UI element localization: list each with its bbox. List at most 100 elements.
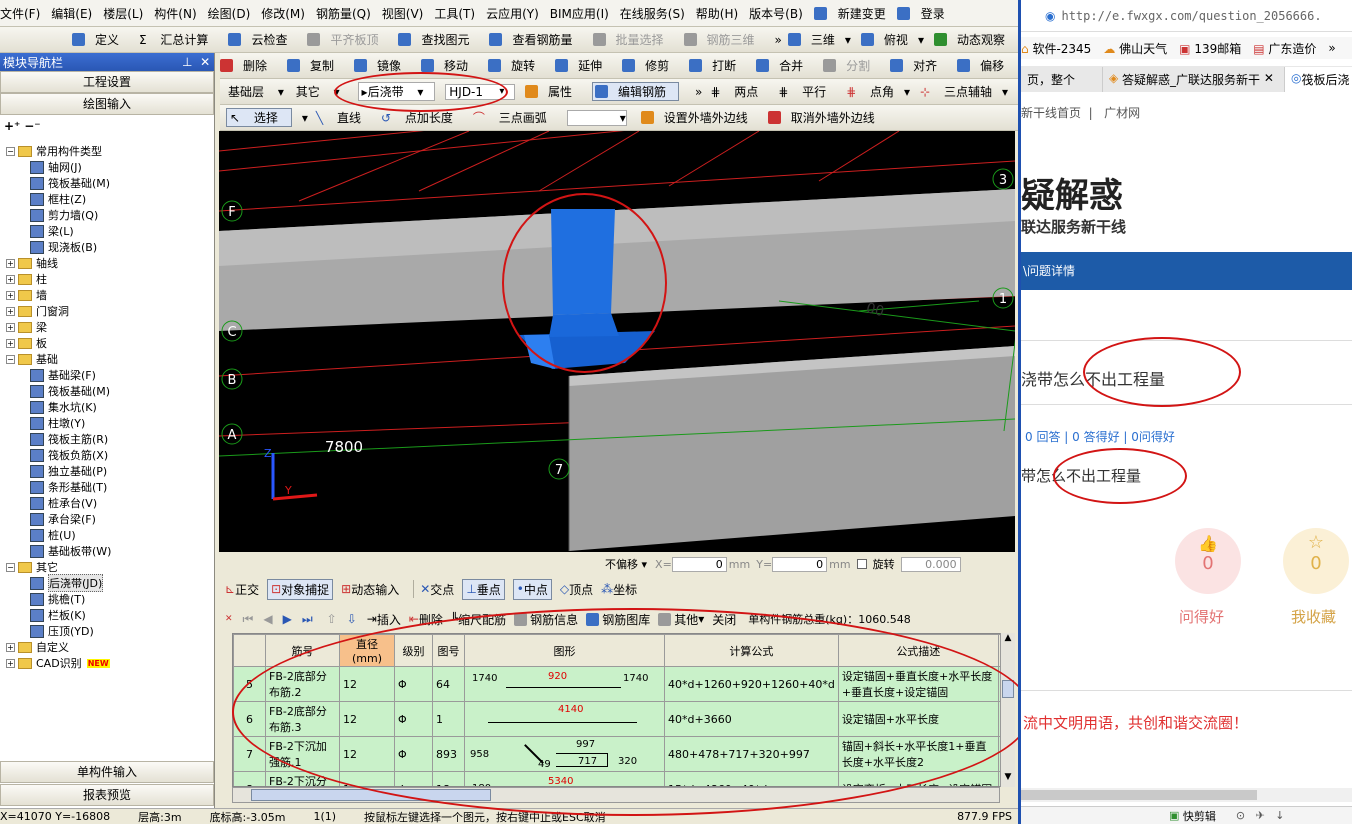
snap-toggle-3[interactable]: ✕ 交点 [420,581,454,598]
snap-toggle-1[interactable]: ⊡ 对象捕捉 [267,578,334,600]
menu-item-2[interactable]: 楼层(L) [103,5,143,22]
menu-item-15[interactable]: 登录 [921,5,945,22]
collapse-all-icon[interactable]: −⁻ [24,119,40,133]
menu-item-9[interactable]: 云应用(Y) [486,5,539,22]
quick-clip-icon[interactable]: ▣ [1169,809,1183,822]
bookmark-0[interactable]: ⌂ 软件-2345 [1021,40,1091,57]
tree-node[interactable]: 轴网(J) [0,159,213,175]
status-icons[interactable]: ⊙ ✈ ↓ [1236,809,1285,822]
next-record-icon[interactable]: ▶ [283,612,292,626]
tree-node[interactable]: 现浇板(B) [0,239,213,255]
snap-toggle-2[interactable]: ⊞ 动态输入 [341,581,399,598]
browser-hscrollbar[interactable] [1021,788,1352,802]
line-button[interactable]: ╲ 直线 [316,109,371,126]
tree-node[interactable]: + 梁 [0,319,213,335]
expand-all-icon[interactable]: +⁺ [4,119,20,133]
question-stats[interactable]: 0 回答 | 0 答得好 | 0问得好 [1025,428,1175,445]
tree-node[interactable]: 桩承台(V) [0,495,213,511]
3d-view-button[interactable]: 三维 ▾ [787,31,851,48]
edit-rebar-button[interactable]: 编辑钢筋 [592,82,680,101]
point-angle-button[interactable]: ⋕ 点角 ▾ [846,83,910,100]
expand-toggle-icon[interactable]: + [6,322,15,332]
bookmark-2[interactable]: ▣ 139邮箱 [1179,40,1241,57]
edit-tool-5[interactable]: 延伸 [555,57,612,74]
tree-node[interactable]: − 其它 [0,559,213,575]
more-chevron-icon[interactable]: » [775,33,782,47]
tree-node[interactable]: 桩(U) [0,527,213,543]
find-element-button[interactable]: 查找图元 [398,31,479,48]
tree-node[interactable]: + 柱 [0,271,213,287]
menu-item-13[interactable]: 版本号(B) [749,5,803,22]
rotate-checkbox[interactable] [856,559,867,569]
edit-tool-0[interactable]: 删除 [220,57,277,74]
project-settings-button[interactable]: 工程设置 [0,71,214,93]
expand-toggle-icon[interactable]: + [6,274,15,284]
edit-tool-7[interactable]: 打断 [689,57,746,74]
edit-tool-10[interactable]: 对齐 [890,57,947,74]
tree-node[interactable]: 筏板基础(M) [0,175,213,191]
quick-clip-label[interactable]: 快剪辑 [1183,808,1216,824]
prev-record-icon[interactable]: ◀ [263,612,272,626]
tree-node[interactable]: 筏板主筋(R) [0,431,213,447]
tree-node[interactable]: 独立基础(P) [0,463,213,479]
tree-node[interactable]: 压顶(YD) [0,623,213,639]
tree-node[interactable]: 条形基础(T) [0,479,213,495]
address-bar[interactable]: ◉ http://e.fwxgx.com/question_2056666. [1021,0,1352,32]
three-point-axis-button[interactable]: ⊹ 三点辅轴 ▾ [920,83,1008,100]
tree-node[interactable]: + 门窗洞 [0,303,213,319]
good-question-button[interactable]: 👍 0 [1175,528,1241,594]
tab-1[interactable]: 页，整个 [1021,67,1103,92]
snap-toggle-5[interactable]: • 中点 [512,578,552,600]
collapse-toggle-icon[interactable]: − [6,146,15,156]
scroll-up-icon[interactable]: ▲ [1001,633,1015,648]
cloud-check-button[interactable]: 云检查 [228,31,297,48]
report-preview-button[interactable]: 报表预览 [0,784,214,806]
menu-item-12[interactable]: 帮助(H) [696,5,738,22]
drawing-input-button[interactable]: 绘图输入 [0,93,214,115]
single-component-input-button[interactable]: 单构件输入 [0,761,214,783]
tree-node[interactable]: − 基础 [0,351,213,367]
move-down-icon[interactable]: ⇩ [347,612,357,626]
top-view-button[interactable]: 俯视 ▾ [860,31,924,48]
tab-close-icon[interactable]: ✕ [1260,71,1274,88]
favorite-button[interactable]: ☆ 0 [1283,528,1349,594]
tree-node[interactable]: + CAD识别 NEW [0,655,213,671]
tree-node[interactable]: + 自定义 [0,639,213,655]
snap-toggle-6[interactable]: ◇ 顶点 [560,581,593,598]
tree-node[interactable]: 筏板基础(M) [0,383,213,399]
menu-item-7[interactable]: 视图(V) [382,5,424,22]
tree-node[interactable]: 后浇带(JD) [0,574,213,592]
more-bookmarks-icon[interactable]: » [1328,41,1335,55]
cancel-outer-wall-button[interactable]: 取消外墙外边线 [767,109,885,126]
menu-item-10[interactable]: BIM应用(I) [550,5,609,22]
cell-no[interactable]: 8 [233,771,266,786]
tree-node[interactable]: 剪力墙(Q) [0,207,213,223]
tree-node[interactable]: 筏板负筋(X) [0,447,213,463]
collapse-toggle-icon[interactable]: − [6,354,15,364]
move-up-icon[interactable]: ⇧ [327,612,337,626]
edit-tool-6[interactable]: 修剪 [622,57,679,74]
tree-node[interactable]: 挑檐(T) [0,591,213,607]
two-points-button[interactable]: ⋕ 两点 [710,83,768,100]
properties-button[interactable]: 属性 [525,83,582,100]
arc-mode-select[interactable]: ▾ [566,109,627,126]
expand-toggle-icon[interactable]: + [6,338,15,348]
tree-node[interactable]: + 轴线 [0,255,213,271]
tree-node[interactable]: + 板 [0,335,213,351]
menu-item-1[interactable]: 编辑(E) [51,5,92,22]
bookmark-1[interactable]: ☁ 佛山天气 [1103,40,1167,57]
tree-node[interactable]: − 常用构件类型 [0,143,213,159]
align-slab-top-button[interactable]: 平齐板顶 [307,31,388,48]
more-chevron-icon[interactable]: » [695,85,702,99]
tree-node[interactable]: 栏板(K) [0,607,213,623]
nav-home-link[interactable]: 新干线首页 [1021,106,1081,120]
set-outer-wall-button[interactable]: 设置外墙外边线 [640,109,758,126]
menu-item-0[interactable]: 文件(F) [0,5,40,22]
parallel-button[interactable]: ⋕ 平行 [778,83,836,100]
menu-item-14[interactable]: 新建变更 [838,5,886,22]
expand-toggle-icon[interactable]: + [6,258,15,268]
menu-item-3[interactable]: 构件(N) [154,5,196,22]
menu-item-6[interactable]: 钢筋量(Q) [316,5,371,22]
summary-calc-button[interactable]: Σ 汇总计算 [139,31,218,48]
snap-toggle-0[interactable]: ⊾ 正交 [225,581,259,598]
